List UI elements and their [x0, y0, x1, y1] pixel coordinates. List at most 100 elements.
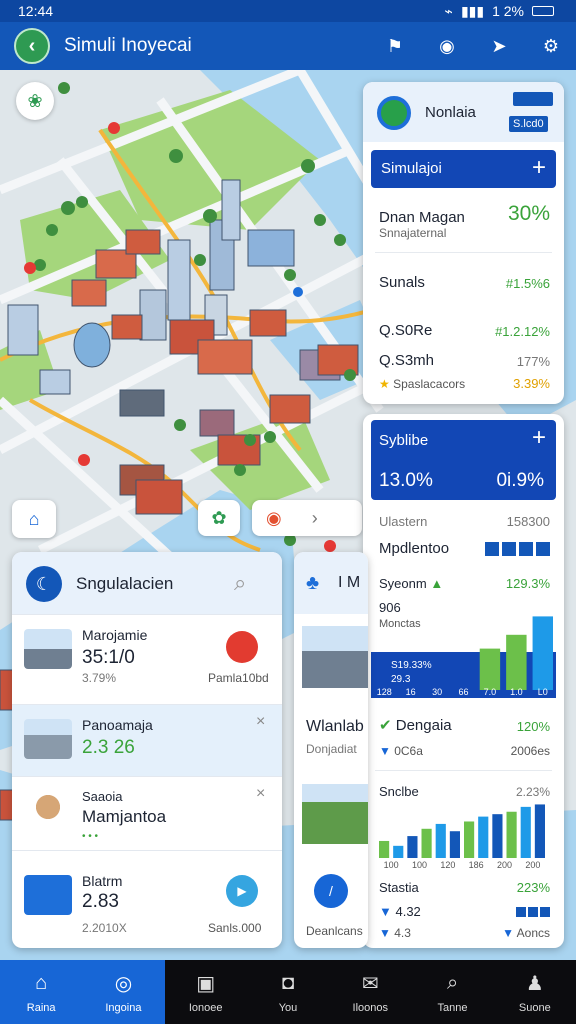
results-list-panel: ☾ Sngulalacien ⌕ Marojamie 35:1/0 3.79% … — [12, 552, 282, 948]
chart-bar — [478, 816, 489, 858]
stat-sub: 4.32 — [395, 904, 421, 919]
list-item[interactable]: Saaoia Mamjantoa • • • × — [12, 776, 282, 848]
chart-tick-label: 120 — [440, 860, 455, 870]
chart-data-label: S19.33% — [391, 660, 432, 671]
chart-bar — [464, 821, 475, 858]
info-button[interactable]: ◉ — [436, 35, 458, 57]
play-button[interactable]: ▶ — [226, 875, 258, 907]
detail-panel: ♣ I M Wlanlab Donjadiat / Deanlcans — [294, 552, 368, 948]
chart-tick-label: 16 — [406, 687, 416, 697]
arrow-down-icon: ▼ — [379, 926, 395, 940]
chart-tick-label: 100 — [412, 860, 427, 870]
status-battery-text: 1 2% — [492, 3, 524, 19]
detail-image-2 — [302, 784, 368, 844]
map-home-button[interactable]: ⌂ — [12, 500, 56, 538]
item-value: Mamjantoa — [82, 807, 167, 826]
nav-profile[interactable]: ♟ Suone — [494, 960, 576, 1024]
panel-header-badge: S.lcd0 — [509, 116, 548, 132]
chart-tick-label: 128 — [377, 687, 392, 697]
item-value: 2.83 — [82, 891, 119, 912]
section-simulation-header[interactable]: Simulajoi + — [371, 150, 556, 188]
checkmark-icon: ✔ — [379, 717, 396, 734]
stat-value: 120% — [516, 719, 550, 734]
stat-row: Ulastern 158300 — [379, 514, 550, 529]
back-button[interactable]: ‹ — [14, 28, 50, 64]
item-sub: 3.79% — [82, 671, 117, 685]
chart-bar — [393, 845, 404, 858]
item-title: Saaoia — [82, 789, 123, 804]
action-button[interactable]: / — [314, 874, 348, 908]
search-icon[interactable]: ⌕ — [234, 570, 246, 596]
mail-icon: ✉ — [361, 972, 379, 995]
stat-row: Snclbe 2.23% — [379, 784, 550, 799]
stat-label: Syeonm — [379, 576, 427, 591]
chart-bar — [492, 814, 503, 858]
nav-home[interactable]: ⌂ Raina — [0, 960, 83, 1024]
chart-bar — [449, 831, 460, 858]
compass-icon: ◎ — [114, 972, 133, 995]
progress-blocks — [485, 541, 550, 556]
list-item-selected[interactable]: Panoamaja 2.3 26 × — [12, 704, 282, 776]
nav-label: Ionoee — [188, 1002, 223, 1014]
item-title: Blatrm — [82, 873, 123, 889]
chart-tick-label: 66 — [458, 687, 468, 697]
stat-label: Spaslacacors — [393, 377, 466, 391]
chart-bar — [379, 840, 390, 858]
item-value: 35:1/0 — [82, 647, 135, 668]
divider — [375, 252, 552, 253]
close-icon[interactable]: × — [256, 713, 265, 731]
arrow-down-icon: ▼ — [379, 904, 396, 919]
chart-tick-label: 200 — [525, 860, 540, 870]
character-thumbnail — [24, 791, 72, 831]
stat-value: 177% — [516, 354, 550, 369]
nav-search[interactable]: ⌕ Tanne — [411, 960, 493, 1024]
nav-you[interactable]: ◘ You — [247, 960, 329, 1024]
nav-label: Raina — [26, 1002, 56, 1014]
nav-messages[interactable]: ✉ Iloonos — [329, 960, 411, 1024]
plus-icon[interactable]: + — [532, 154, 546, 182]
map-layer-button[interactable]: ❀ — [16, 82, 54, 120]
plus-icon[interactable]: + — [532, 424, 546, 452]
stat-row: ✔ Dengaia 120% — [379, 716, 550, 734]
back-arrow-icon: ‹ — [28, 34, 36, 57]
nav-label: Suone — [518, 1002, 551, 1014]
stat-value: 223% — [516, 880, 550, 895]
stat-value: 3.39% — [513, 376, 550, 391]
panel-header-title: Nonlaia — [425, 104, 476, 121]
server-thumbnail — [24, 875, 72, 915]
chart-tick-label: L0 — [538, 687, 548, 697]
detail-title: I M — [338, 574, 361, 591]
nav-explore[interactable]: ◎ Ingoina — [82, 960, 165, 1024]
stat-value: 2.23% — [515, 785, 550, 799]
stat-sub: Snnajaternal — [379, 226, 447, 240]
nav-label: You — [278, 1002, 298, 1014]
stat-row: Stastia 223% — [379, 880, 550, 895]
signal-icon: ▮▮▮ — [460, 2, 485, 19]
nav-camera[interactable]: ▣ Ionoee — [165, 960, 247, 1024]
panel-header-bar — [513, 92, 553, 106]
battery-icon — [532, 6, 554, 16]
map-gift-button[interactable]: ✿ — [198, 500, 240, 536]
stat-row: Dnan Magan 30% — [379, 202, 550, 226]
item-title: Marojamie — [82, 627, 148, 643]
list-title: Sngulalacien — [76, 574, 174, 593]
list-item[interactable]: Marojamie 35:1/0 3.79% Pamla10bd — [12, 614, 282, 686]
stat-label: Dengaia — [395, 717, 452, 734]
navigate-button[interactable]: ➤ — [488, 35, 510, 57]
bottom-navigation: ⌂ Raina ◎ Ingoina ▣ Ionoee ◘ You ✉ Iloonos ⌕ T… — [0, 960, 576, 1024]
stat-label: Dnan Magan — [379, 209, 465, 226]
stat-sub: Aoncs — [516, 926, 550, 940]
map-pin-button[interactable]: ◉ › — [252, 500, 362, 536]
section-simulation-title: Simulajoi — [381, 160, 442, 177]
globe-icon — [377, 96, 411, 130]
close-icon[interactable]: × — [256, 785, 265, 803]
chart-bar — [506, 634, 527, 690]
record-button[interactable] — [226, 631, 258, 663]
item-value: 2.3 26 — [82, 737, 135, 758]
bookmark-button[interactable]: ⚑ — [384, 35, 406, 57]
list-item[interactable]: Blatrm 2.83 2.2010X ▶ Sanls.000 — [12, 850, 282, 948]
section-syblibe-card[interactable]: Syblibe + 13.0% 0i.9% — [371, 420, 556, 500]
settings-button[interactable]: ⚙ — [540, 35, 562, 57]
chart-data-label: 29.3 — [391, 674, 411, 685]
stat-label: Q.S3mh — [379, 352, 435, 369]
